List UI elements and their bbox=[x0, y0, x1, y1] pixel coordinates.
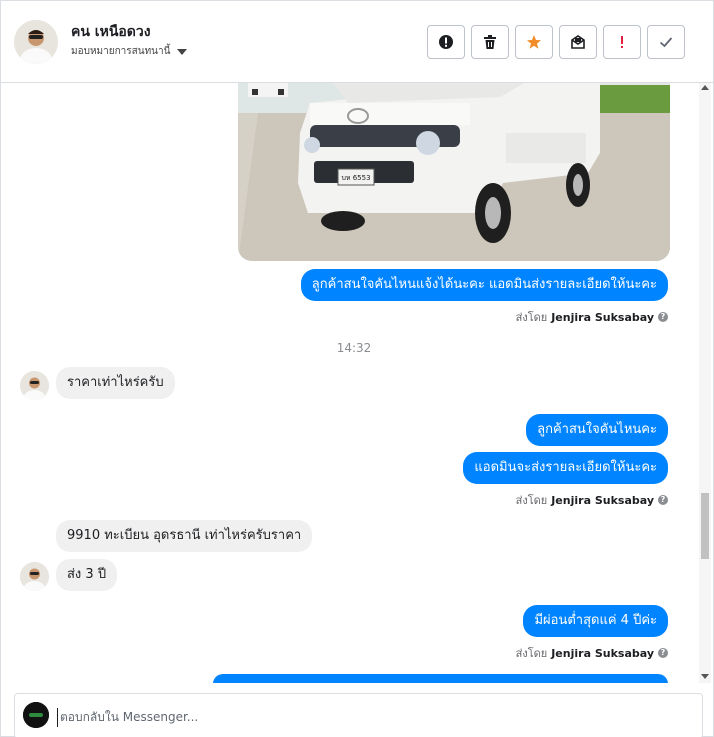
message-thread[interactable]: บห 6553 ลูกค้าสนใจคันไหนแจ้งได้นะคะ แอดม… bbox=[1, 83, 713, 683]
outgoing-message[interactable]: มีผ่อนต่ำสุดแค่ 4 ปีค่ะ bbox=[523, 605, 668, 637]
assign-label: มอบหมายการสนทนานี้ bbox=[71, 46, 171, 57]
star-button[interactable] bbox=[515, 25, 553, 59]
outgoing-message[interactable]: แอดมินจะส่งรายละเอียดให้นะคะ bbox=[463, 452, 668, 484]
help-icon[interactable]: ? bbox=[658, 648, 668, 658]
sent-by-label: ส่งโดย Jenjira Suksabay ? bbox=[516, 644, 668, 662]
mark-done-button[interactable] bbox=[647, 25, 685, 59]
reply-composer[interactable]: ตอบกลับใน Messenger... bbox=[14, 693, 703, 737]
conversation-window: คน เหนือดวง มอบหมายการสนทนานี้ บห 6553 ล… bbox=[0, 0, 714, 737]
exclamation-icon bbox=[621, 36, 623, 48]
sent-by-label: ส่งโดย Jenjira Suksabay ? bbox=[516, 308, 668, 326]
sent-by-prefix: ส่งโดย bbox=[515, 494, 548, 507]
contact-name[interactable]: คน เหนือดวง bbox=[71, 21, 151, 43]
license-plate-text: บห 6553 bbox=[341, 174, 370, 182]
caret-down-icon bbox=[177, 48, 188, 55]
incoming-message[interactable]: ราคาเท่าไหร่ครับ bbox=[56, 367, 175, 399]
scroll-up-arrow-icon[interactable] bbox=[701, 85, 709, 90]
trash-icon bbox=[484, 35, 496, 49]
check-icon bbox=[659, 37, 673, 48]
delete-button[interactable] bbox=[471, 25, 509, 59]
outgoing-message[interactable]: ลูกค้าสนใจคันไหนแจ้งได้นะคะ แอดมินส่งราย… bbox=[300, 269, 668, 301]
vehicle-photo[interactable]: บห 6553 bbox=[238, 83, 670, 261]
reply-input[interactable]: ตอบกลับใน Messenger... bbox=[57, 708, 198, 727]
incoming-message[interactable]: ส่ง 3 ปี bbox=[56, 559, 118, 591]
contact-avatar-small bbox=[20, 562, 49, 591]
sent-by-prefix: ส่งโดย bbox=[515, 647, 548, 660]
thread-scrollbar[interactable] bbox=[699, 83, 711, 683]
star-icon bbox=[527, 35, 541, 49]
sender-name: Jenjira Suksabay bbox=[551, 646, 654, 660]
conversation-header: คน เหนือดวง มอบหมายการสนทนานี้ bbox=[1, 1, 713, 83]
mark-unread-button[interactable] bbox=[559, 25, 597, 59]
envelope-icon bbox=[571, 35, 585, 49]
outgoing-message-partial[interactable] bbox=[213, 674, 668, 683]
help-icon[interactable]: ? bbox=[658, 495, 668, 505]
assign-conversation-dropdown[interactable]: มอบหมายการสนทนานี้ bbox=[71, 44, 188, 59]
header-actions bbox=[427, 25, 685, 59]
contact-avatar[interactable] bbox=[14, 20, 58, 64]
scroll-down-arrow-icon[interactable] bbox=[701, 674, 709, 679]
sent-by-prefix: ส่งโดย bbox=[515, 311, 548, 324]
follow-up-button[interactable] bbox=[603, 25, 641, 59]
sent-by-label: ส่งโดย Jenjira Suksabay ? bbox=[516, 491, 668, 509]
scrollbar-thumb[interactable] bbox=[701, 493, 709, 559]
incoming-message[interactable]: 9910 ทะเบียน อุดรธานี เท่าไหร่ครับราคา bbox=[56, 520, 313, 552]
exclamation-circle-icon bbox=[439, 35, 453, 49]
sender-name: Jenjira Suksabay bbox=[551, 310, 654, 324]
outgoing-message[interactable]: ลูกค้าสนใจคันไหนคะ bbox=[526, 414, 668, 446]
message-timestamp: 14:32 bbox=[336, 341, 372, 355]
contact-avatar-small bbox=[20, 371, 49, 400]
spam-button[interactable] bbox=[427, 25, 465, 59]
help-icon[interactable]: ? bbox=[658, 312, 668, 322]
page-avatar bbox=[23, 702, 49, 728]
sender-name: Jenjira Suksabay bbox=[551, 493, 654, 507]
